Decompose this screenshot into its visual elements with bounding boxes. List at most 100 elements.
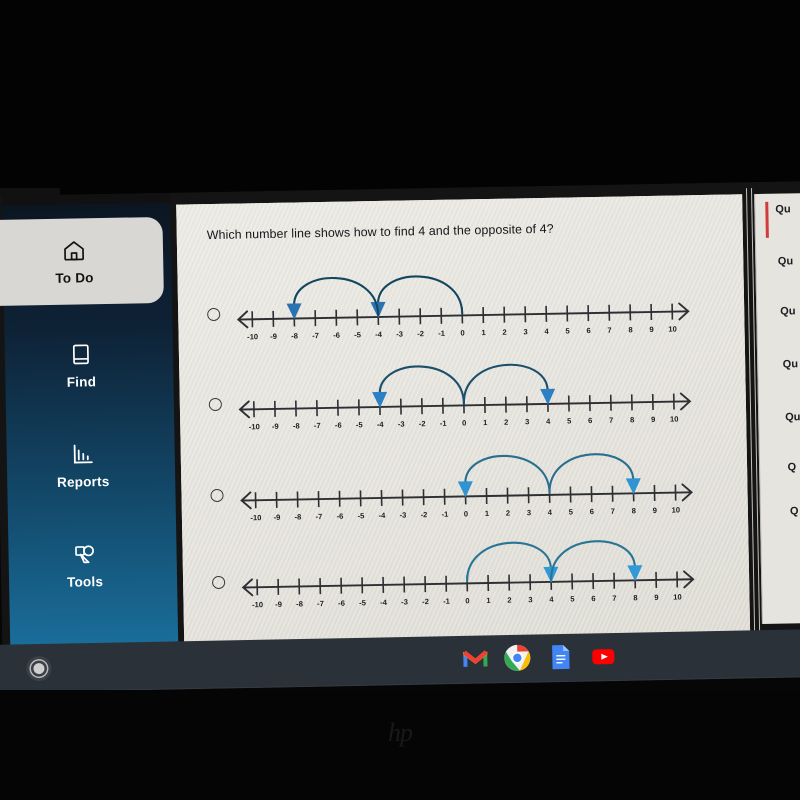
- svg-text:0: 0: [460, 328, 464, 337]
- chrome-icon[interactable]: [502, 643, 533, 674]
- sidebar-item-find[interactable]: Find: [0, 321, 166, 410]
- home-icon: [61, 237, 87, 263]
- svg-text:5: 5: [570, 594, 575, 603]
- svg-text:-6: -6: [338, 599, 345, 608]
- sidebar-item-label: Tools: [66, 574, 104, 590]
- sidebar-item-reports[interactable]: Reports: [0, 421, 168, 510]
- answer-option[interactable]: -10 -9 -8 -7 -6 -5 -4 -3 -2 -1 0 1 2 3 4 5 6 7 8 9 10: [195, 437, 736, 533]
- question-list-item[interactable]: Qu: [783, 358, 798, 370]
- svg-text:-1: -1: [443, 597, 451, 606]
- radio-option-b[interactable]: [208, 397, 222, 412]
- svg-text:10: 10: [673, 592, 682, 601]
- sidebar-item-to-do[interactable]: To Do: [0, 216, 164, 307]
- launcher-button[interactable]: [26, 655, 52, 682]
- monitor-photo: To Do Find Reports Tools Which number line …: [0, 0, 800, 800]
- svg-text:6: 6: [586, 326, 590, 335]
- launcher-icon: [33, 662, 45, 675]
- svg-text:7: 7: [612, 594, 616, 603]
- svg-text:-1: -1: [441, 510, 449, 519]
- svg-text:8: 8: [628, 325, 632, 334]
- svg-text:1: 1: [481, 328, 486, 337]
- svg-text:-8: -8: [296, 599, 303, 608]
- svg-text:2: 2: [506, 509, 510, 518]
- svg-text:-5: -5: [359, 598, 367, 607]
- svg-text:-6: -6: [336, 512, 343, 521]
- tools-icon: [71, 541, 97, 567]
- svg-text:5: 5: [565, 326, 570, 335]
- svg-text:9: 9: [653, 506, 657, 515]
- svg-text:-10: -10: [247, 332, 258, 341]
- svg-text:2: 2: [504, 418, 508, 427]
- svg-text:-4: -4: [375, 330, 383, 339]
- answer-option[interactable]: -10 -9 -8 -7 -6 -5 -4 -3 -2 -1 0 1 2 3 4 5 6 7 8 9 10: [193, 346, 734, 442]
- svg-text:-3: -3: [396, 330, 403, 339]
- svg-text:-2: -2: [419, 419, 426, 428]
- question-list-item[interactable]: Qu: [780, 305, 795, 317]
- svg-text:3: 3: [527, 508, 531, 517]
- gmail-icon[interactable]: [460, 643, 491, 674]
- answer-option[interactable]: -10 -9 -8 -7 -6 -5 -4 -3 -2 -1 0 1 2 3 4 5 6 7 8 9 10: [191, 257, 732, 353]
- svg-text:-1: -1: [438, 329, 446, 338]
- svg-text:9: 9: [654, 593, 658, 602]
- svg-text:-2: -2: [420, 510, 427, 519]
- svg-text:-7: -7: [312, 331, 319, 340]
- svg-text:-5: -5: [357, 511, 365, 520]
- sidebar-item-label: Reports: [56, 473, 110, 490]
- question-card: Which number line shows how to find 4 an…: [176, 194, 751, 649]
- question-list-panel[interactable]: Qu Qu Qu Qu Qu Q Q: [754, 193, 800, 624]
- svg-text:-6: -6: [335, 421, 342, 430]
- chart-icon: [70, 441, 96, 467]
- svg-text:-2: -2: [422, 597, 429, 606]
- svg-text:-10: -10: [252, 600, 263, 609]
- svg-text:-3: -3: [401, 597, 408, 606]
- svg-text:-2: -2: [417, 329, 424, 338]
- svg-text:-8: -8: [293, 421, 300, 430]
- svg-text:3: 3: [525, 417, 529, 426]
- svg-text:2: 2: [507, 596, 511, 605]
- svg-text:-9: -9: [272, 422, 279, 431]
- svg-text:4: 4: [546, 417, 551, 426]
- question-list-item[interactable]: Qu: [785, 411, 800, 423]
- svg-text:6: 6: [591, 594, 595, 603]
- sidebar-item-label: Find: [66, 374, 97, 390]
- svg-text:-4: -4: [377, 420, 385, 429]
- svg-text:1: 1: [486, 596, 491, 605]
- svg-text:-7: -7: [314, 421, 321, 430]
- svg-text:-5: -5: [354, 330, 362, 339]
- current-question-indicator: [765, 201, 769, 238]
- svg-text:8: 8: [630, 415, 634, 424]
- number-line-option-a: -10 -9 -8 -7 -6 -5 -4 -3 -2 -1 0 1 2 3 4 5 6 7 8 9 10: [227, 257, 728, 352]
- svg-text:10: 10: [668, 325, 677, 334]
- svg-text:6: 6: [588, 416, 592, 425]
- svg-text:-3: -3: [398, 420, 405, 429]
- question-list-item[interactable]: Qu: [775, 203, 790, 215]
- question-list-item[interactable]: Qu: [778, 255, 793, 267]
- svg-text:-6: -6: [333, 331, 340, 340]
- question-list-item[interactable]: Q: [790, 505, 799, 517]
- sidebar-item-tools[interactable]: Tools: [0, 521, 170, 610]
- svg-text:4: 4: [549, 595, 554, 604]
- svg-text:10: 10: [672, 505, 681, 514]
- answer-option[interactable]: -10 -9 -8 -7 -6 -5 -4 -3 -2 -1 0 1 2 3 4 5 6 7 8 9 10: [196, 524, 737, 620]
- radio-option-d[interactable]: [212, 575, 226, 590]
- svg-text:0: 0: [465, 596, 469, 605]
- svg-text:9: 9: [649, 325, 653, 334]
- question-list: Qu Qu Qu Qu Qu Q Q: [755, 193, 800, 517]
- svg-text:-4: -4: [380, 598, 388, 607]
- svg-text:3: 3: [523, 327, 527, 336]
- svg-text:-9: -9: [270, 332, 277, 341]
- radio-option-a[interactable]: [207, 307, 221, 322]
- question-list-item[interactable]: Q: [787, 461, 796, 473]
- youtube-icon[interactable]: [588, 641, 619, 672]
- svg-text:-7: -7: [317, 599, 324, 608]
- svg-text:4: 4: [544, 327, 549, 336]
- radio-option-c[interactable]: [210, 488, 224, 503]
- svg-text:7: 7: [611, 507, 615, 516]
- svg-text:5: 5: [569, 507, 574, 516]
- docs-icon[interactable]: [545, 642, 576, 673]
- svg-text:-1: -1: [440, 419, 448, 428]
- svg-text:-8: -8: [291, 331, 298, 340]
- number-line-option-c: -10 -9 -8 -7 -6 -5 -4 -3 -2 -1 0 1 2 3 4 5 6 7 8 9 10: [231, 438, 732, 533]
- svg-text:8: 8: [632, 506, 636, 515]
- hp-logo: hp: [388, 718, 413, 747]
